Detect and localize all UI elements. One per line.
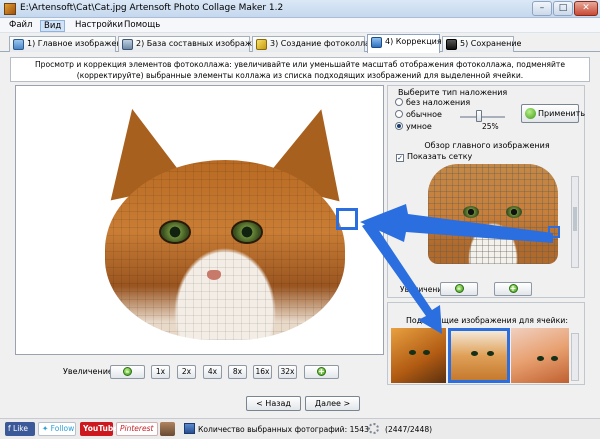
status-bar: f Like ✦ Follow YouTube Pinterest Количе… [0, 418, 600, 439]
youtube-button[interactable]: YouTube [80, 422, 118, 436]
loading-spinner-icon [368, 423, 379, 434]
arrow-from-overview [360, 204, 553, 243]
twitter-follow-button[interactable]: ✦ Follow [38, 422, 76, 436]
back-button[interactable]: < Назад [246, 396, 301, 411]
facebook-like-button[interactable]: f Like [5, 422, 35, 436]
instagram-icon[interactable] [160, 422, 175, 436]
twitter-icon: ✦ [42, 424, 51, 433]
facebook-label: Like [13, 424, 28, 433]
progress-counter: (2447/2448) [385, 425, 433, 434]
photos-icon [184, 423, 195, 434]
annotation-arrows [360, 204, 553, 334]
next-button[interactable]: Далее > [305, 396, 360, 411]
twitter-label: Follow [50, 424, 75, 433]
selected-photos-count: Количество выбранных фотографий: 1543 [198, 425, 369, 434]
pinterest-button[interactable]: Pinterest [116, 422, 158, 436]
